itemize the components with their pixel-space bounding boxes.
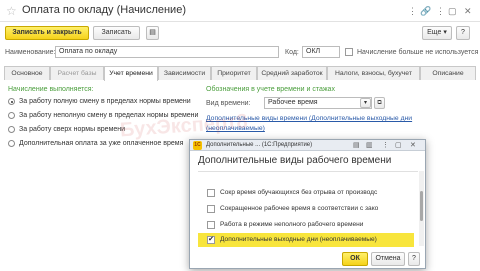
tab-base-calc[interactable]: Расчет базы — [50, 66, 104, 80]
more-label: Еще — [427, 29, 442, 36]
item-label: Сокращенное рабочее время в соответствии… — [220, 205, 379, 212]
title-bar: ☆ Оплата по окладу (Начисление) ⋮ 🔗 ⋮ ▢ … — [0, 0, 480, 22]
tab-bar: Основное Расчет базы Учет времени Зависи… — [4, 66, 476, 81]
chevron-down-icon: ▾ — [443, 29, 447, 36]
favorite-star-icon[interactable]: ☆ — [6, 4, 17, 18]
dialog-close-icon[interactable]: ✕ — [410, 141, 416, 149]
code-input[interactable]: ОКЛ — [302, 46, 340, 58]
close-icon[interactable]: ✕ — [464, 6, 472, 17]
item-label: Работа в режиме неполного рабочего време… — [220, 221, 364, 228]
app-logo-icon: 1С — [193, 141, 202, 150]
radio-overtime[interactable] — [8, 126, 15, 133]
designations-section-title: Обозначения в учете времени и стажах — [206, 86, 335, 93]
accrual-section-title: Начисление выполняется: — [8, 86, 94, 93]
list-item[interactable]: Работа в режиме неполного рабочего време… — [198, 218, 414, 232]
radio-full-shift[interactable] — [8, 98, 15, 105]
not-used-label: Начисление больше не используется — [357, 49, 479, 56]
time-kind-label: Вид времени: — [206, 100, 251, 107]
name-input[interactable]: Оплата по окладу — [55, 46, 279, 58]
scrollbar-thumb[interactable] — [420, 191, 423, 221]
dialog-dots-icon[interactable]: ⋮ — [382, 141, 389, 149]
item-checkbox-checked[interactable]: ✔ — [207, 236, 215, 244]
list-item[interactable]: Сокр время обучающихся без отрыва от про… — [198, 186, 414, 200]
dropdown-icon[interactable]: ▾ — [360, 98, 371, 108]
menu-dots-icon[interactable]: ⋮ — [408, 6, 417, 17]
cancel-button[interactable]: Отмена — [371, 252, 405, 266]
item-checkbox[interactable] — [207, 205, 215, 213]
more-dots-icon[interactable]: ⋮ — [436, 6, 445, 17]
ok-button[interactable]: ОК — [342, 252, 368, 266]
dialog-title: Дополнительные виды рабочего времени — [198, 155, 392, 166]
window-title: Оплата по окладу (Начисление) — [22, 4, 186, 16]
radio-extra-pay-label: Дополнительная оплата за уже оплаченное … — [19, 140, 184, 147]
radio-overtime-label: За работу сверх нормы времени — [19, 126, 126, 133]
save-and-close-button[interactable]: Записать и закрыть — [5, 26, 89, 40]
dialog-maximize-icon[interactable]: ▢ — [395, 141, 402, 149]
tab-taxes[interactable]: Налоги, взносы, бухучет — [327, 66, 420, 80]
save-button[interactable]: Записать — [93, 26, 140, 40]
name-label: Наименование: — [5, 49, 56, 56]
dialog-header-title: Дополнительные ... (1С:Предприятие) — [206, 142, 313, 148]
item-checkbox[interactable] — [207, 221, 215, 229]
list-scrollbar[interactable] — [419, 171, 424, 246]
additional-time-dialog: 1С Дополнительные ... (1С:Предприятие) ▤… — [189, 139, 426, 269]
tab-priority[interactable]: Приоритет — [211, 66, 257, 80]
maximize-icon[interactable]: ▢ — [448, 6, 457, 17]
not-used-checkbox[interactable] — [345, 48, 353, 56]
time-kinds-list: Сокр время обучающихся без отрыва от про… — [198, 171, 418, 247]
list-item[interactable]: Сокращенное рабочее время в соответствии… — [198, 202, 414, 216]
help-button[interactable]: ? — [456, 26, 470, 40]
tab-average-earnings[interactable]: Средний заработок — [257, 66, 327, 80]
tab-time-accounting[interactable]: Учет времени — [104, 66, 158, 81]
list-item-selected[interactable]: ✔ Дополнительные выходные дни (неоплачив… — [198, 233, 414, 247]
dialog-help-button[interactable]: ? — [408, 252, 420, 266]
item-label: Сокр время обучающихся без отрыва от про… — [220, 189, 378, 196]
more-menu-button[interactable]: Еще ▾ — [422, 26, 452, 40]
code-label: Код: — [285, 49, 299, 56]
toolbar: Записать и закрыть Записать ▤ Еще ▾ ? — [0, 26, 480, 42]
dialog-header: 1С Дополнительные ... (1С:Предприятие) ▤… — [190, 140, 425, 151]
item-label: Дополнительные выходные дни (неоплачивае… — [220, 236, 377, 243]
link-icon[interactable]: 🔗 — [420, 6, 431, 17]
radio-full-shift-label: За работу полную смену в пределах нормы … — [19, 98, 191, 105]
tab-dependencies[interactable]: Зависимости — [158, 66, 211, 80]
tab-main[interactable]: Основное — [4, 66, 50, 80]
list-icon[interactable]: ▤ — [353, 141, 360, 149]
open-icon[interactable]: ⧉ — [374, 97, 385, 109]
time-kind-select[interactable]: Рабочее время — [264, 97, 372, 109]
radio-extra-pay[interactable] — [8, 140, 15, 147]
tab-description[interactable]: Описание — [420, 66, 476, 80]
table-icon[interactable]: ▥ — [366, 141, 373, 149]
radio-part-shift[interactable] — [8, 112, 15, 119]
item-checkbox[interactable] — [207, 189, 215, 197]
document-icon[interactable]: ▤ — [146, 26, 159, 40]
